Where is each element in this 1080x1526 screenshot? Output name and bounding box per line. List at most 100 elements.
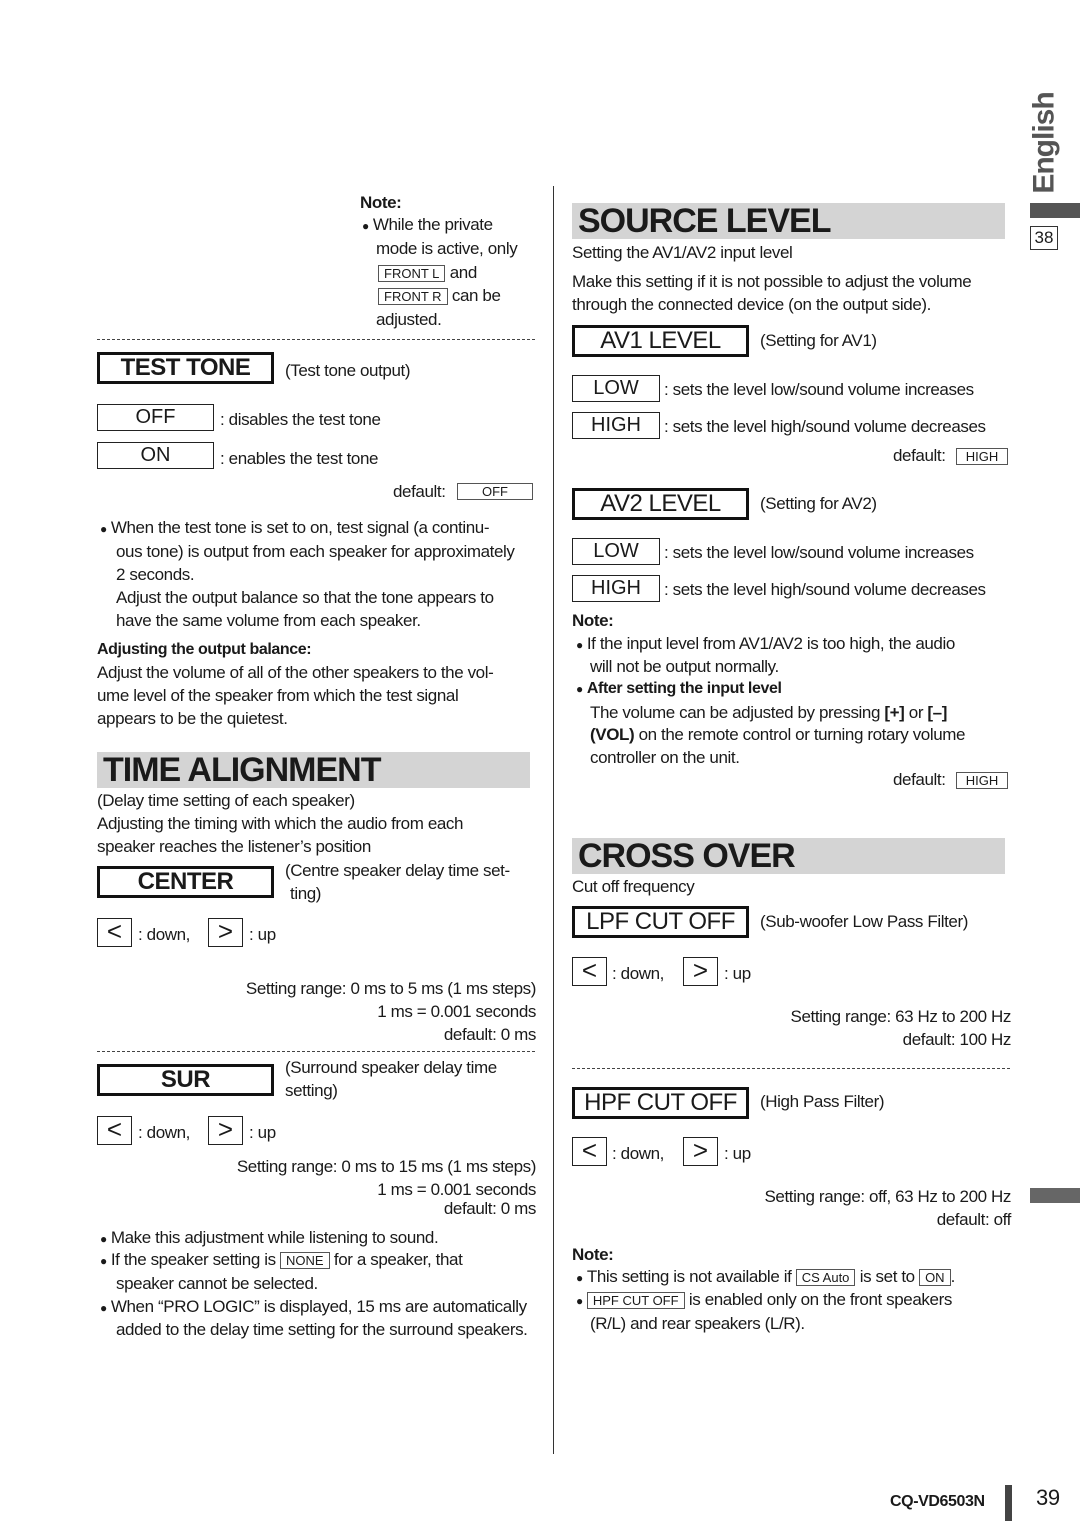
front-r-key: FRONT R <box>378 288 448 305</box>
divider <box>572 1068 1010 1069</box>
off-desc: : disables the test tone <box>220 410 381 429</box>
up-arrow-icon: > <box>683 1137 718 1166</box>
note-title: Note: <box>572 611 614 630</box>
hpf-desc: (High Pass Filter) <box>760 1092 885 1111</box>
ms-conversion: 1 ms = 0.001 seconds <box>377 1002 536 1021</box>
body-text: is enabled only on the front speakers <box>688 1290 952 1309</box>
setting-range: Setting range: 0 ms to 5 ms (1 ms steps) <box>245 979 537 998</box>
up-arrow-icon: > <box>208 918 243 947</box>
none-key: NONE <box>280 1252 330 1269</box>
body-text: speaker cannot be selected. <box>116 1274 318 1293</box>
down-label: : down, <box>612 1144 665 1163</box>
hpf-cut-off-header: HPF CUT OFF <box>572 1087 749 1119</box>
body-text: appears to be the quietest. <box>97 709 288 728</box>
body-text: ous tone) is output from each speaker fo… <box>116 542 515 561</box>
body-text: 2 seconds. <box>116 565 195 584</box>
up-label: : up <box>724 1144 751 1163</box>
body-text: If the speaker setting is <box>110 1250 276 1269</box>
high-desc: : sets the level high/sound volume decre… <box>664 580 986 599</box>
down-arrow-icon: < <box>97 918 132 947</box>
on-option: ON <box>97 442 214 469</box>
divider <box>97 339 535 340</box>
body-text: have the same volume from each speaker. <box>116 611 421 630</box>
column-divider <box>553 186 554 1454</box>
down-arrow-icon: < <box>572 1137 607 1166</box>
lpf-cut-off-header: LPF CUT OFF <box>572 906 749 938</box>
language-tab-bar <box>1030 203 1080 218</box>
down-label: : down, <box>138 1123 191 1142</box>
body-text: (Delay time setting of each speaker) <box>97 791 355 810</box>
low-option: LOW <box>572 375 660 402</box>
sur-header: SUR <box>97 1064 274 1096</box>
language-label: English <box>1027 92 1061 194</box>
bullet-text: After setting the input level <box>576 677 782 701</box>
body-text: ume level of the speaker from which the … <box>97 686 459 705</box>
body-text: This setting is not available if <box>586 1267 792 1286</box>
body-text: on the remote control or turning rotary … <box>638 725 966 744</box>
up-arrow-icon: > <box>683 957 718 986</box>
body-text: will not be output normally. <box>590 657 779 676</box>
body-text: Adjust the output balance so that the to… <box>116 588 494 607</box>
hpf-cut-off-key: HPF CUT OFF <box>586 1292 685 1309</box>
lpf-desc: (Sub-woofer Low Pass Filter) <box>760 912 968 931</box>
high-desc: : sets the level high/sound volume decre… <box>664 417 986 436</box>
model-number: CQ-VD6503N <box>890 1493 985 1510</box>
on-key: ON <box>919 1269 951 1286</box>
cross-over-title: CROSS OVER <box>572 838 1005 874</box>
note-line: FRONT R can be <box>378 284 501 307</box>
low-desc: : sets the level low/sound volume increa… <box>664 543 974 562</box>
body-text: controller on the unit. <box>590 748 740 767</box>
bullet-text: This setting is not available if CS Auto… <box>576 1265 955 1290</box>
default-label: default: <box>893 770 946 789</box>
av1-desc: (Setting for AV1) <box>760 331 877 350</box>
body-text: The volume can be adjusted by pressing [… <box>590 701 947 724</box>
default-text: default: off <box>936 1210 1012 1229</box>
up-label: : up <box>249 925 276 944</box>
av2-level-header: AV2 LEVEL <box>572 488 749 520</box>
bullet-text: If the speaker setting is NONE for a spe… <box>100 1248 463 1273</box>
page-ref-box: 38 <box>1030 226 1058 250</box>
bullet-text: If the input level from AV1/AV2 is too h… <box>576 632 955 657</box>
low-option: LOW <box>572 538 660 565</box>
off-option: OFF <box>97 404 214 431</box>
default-value: OFF <box>457 483 533 500</box>
test-tone-desc: (Test tone output) <box>285 361 411 380</box>
note-line: mode is active, only <box>376 239 518 258</box>
note-text: and <box>449 263 478 282</box>
center-desc: ting) <box>290 884 322 903</box>
body-text: is set to <box>859 1267 915 1286</box>
up-arrow-icon: > <box>208 1116 243 1145</box>
body-text: Setting the AV1/AV2 input level <box>572 243 793 262</box>
default-value: HIGH <box>956 448 1008 465</box>
body-text: . <box>950 1267 956 1286</box>
body-text: through the connected device (on the out… <box>572 295 931 314</box>
default-text: default: 0 ms <box>443 1025 537 1044</box>
minus-key: [–] <box>927 703 947 722</box>
body-text: Adjust the volume of all of the other sp… <box>97 663 494 682</box>
page-number: 39 <box>1036 1485 1060 1510</box>
default-text: default: 0 ms <box>443 1199 537 1218</box>
default-label: default: <box>893 446 946 465</box>
note-text: can be <box>451 286 501 305</box>
body-text: Adjusting the timing with which the audi… <box>97 814 464 833</box>
body-text: or <box>908 703 924 722</box>
note-title: Note: <box>572 1245 614 1264</box>
language-tab: English <box>1018 88 1078 198</box>
side-marker <box>1030 1188 1080 1203</box>
body-text: speaker reaches the listener’s position <box>97 837 371 856</box>
on-desc: : enables the test tone <box>220 449 379 468</box>
body-text: Make this setting if it is not possible … <box>572 272 972 291</box>
down-arrow-icon: < <box>97 1116 132 1145</box>
body-text: (VOL) on the remote control or turning r… <box>590 723 966 746</box>
note-line: FRONT L and <box>378 261 477 284</box>
body-text: Cut off frequency <box>572 877 695 896</box>
default-text: default: 100 Hz <box>902 1030 1012 1049</box>
setting-range: Setting range: off, 63 Hz to 200 Hz <box>764 1187 1011 1206</box>
subheading: Adjusting the output balance: <box>97 641 312 658</box>
high-option: HIGH <box>572 575 660 602</box>
body-text: The volume can be adjusted by pressing <box>590 703 881 722</box>
test-tone-header: TEST TONE <box>97 352 274 384</box>
center-desc: (Centre speaker delay time set- <box>285 861 510 880</box>
plus-key: [+] <box>884 703 905 722</box>
body-text: (R/L) and rear speakers (L/R). <box>590 1314 805 1333</box>
